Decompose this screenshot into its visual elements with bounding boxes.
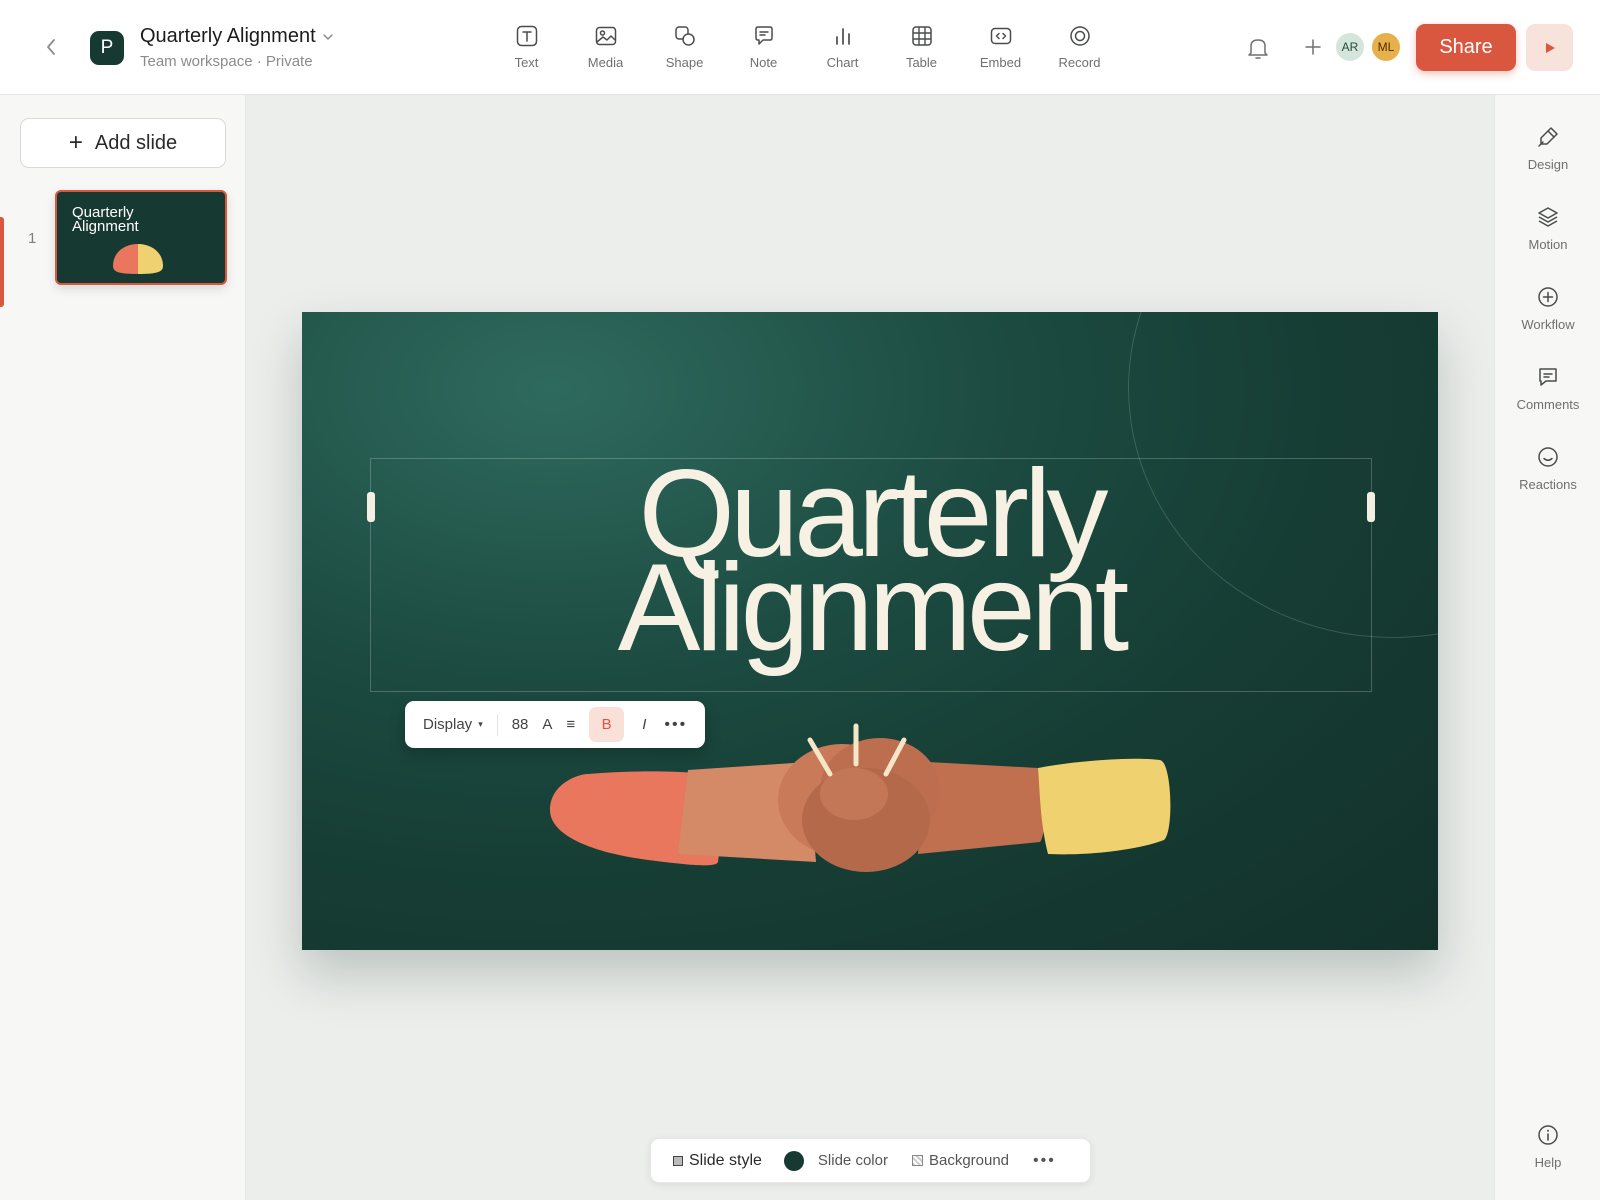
media-tool[interactable]: Media xyxy=(566,24,645,70)
tool-label: Note xyxy=(749,55,778,70)
text-tool[interactable]: Text xyxy=(487,24,566,70)
slide-color-swatch[interactable] xyxy=(783,1150,804,1171)
comment-icon xyxy=(1539,368,1557,386)
add-slide-button[interactable]: + Add slide xyxy=(20,118,226,168)
top-bar: P Quarterly Alignment Team workspace · P… xyxy=(0,0,1600,95)
italic-button[interactable]: I xyxy=(642,716,646,733)
table-tool[interactable]: Table xyxy=(882,24,961,70)
slides-panel: + Add slide 1 Quarterly Alignment xyxy=(0,95,246,1200)
back-button[interactable] xyxy=(38,34,64,60)
workflow-button[interactable]: Workflow xyxy=(1495,285,1600,332)
text-color-button[interactable]: A xyxy=(542,716,552,733)
tool-label: Chart xyxy=(826,55,859,70)
table-icon xyxy=(911,26,932,46)
embed-icon xyxy=(990,27,1011,45)
toolbar-divider xyxy=(496,713,498,736)
play-icon xyxy=(1545,42,1555,53)
design-label: Design xyxy=(1527,157,1569,172)
slide-canvas[interactable]: Quarterly Alignment Display ▾ 88 A ≡ B I… xyxy=(302,312,1438,950)
chart-icon xyxy=(835,28,850,45)
document-subtitle: Team workspace · Private xyxy=(140,53,313,70)
motion-label: Motion xyxy=(1528,237,1568,252)
tool-label: Embed xyxy=(979,55,1022,70)
design-button[interactable]: Design xyxy=(1495,125,1600,172)
embed-tool[interactable]: Embed xyxy=(961,24,1040,70)
image-icon xyxy=(595,26,616,46)
app-logo: P xyxy=(90,31,124,65)
slide-color-button[interactable]: Slide color xyxy=(818,1152,888,1169)
layers-icon xyxy=(1538,207,1558,227)
title-dropdown-button[interactable] xyxy=(322,29,334,47)
background-label: Background xyxy=(928,1152,1010,1169)
properties-panel: Design Motion Workflow Comments Reaction… xyxy=(1494,95,1600,1200)
motion-button[interactable]: Motion xyxy=(1495,205,1600,252)
tool-label: Text xyxy=(514,55,539,70)
slide-title[interactable]: Quarterly Alignment xyxy=(371,452,1371,670)
help-label: Help xyxy=(1534,1155,1562,1170)
notifications-button[interactable] xyxy=(1246,35,1270,66)
share-button[interactable]: Share xyxy=(1416,24,1516,71)
note-tool[interactable]: Note xyxy=(724,24,803,70)
shape-icon xyxy=(674,26,695,46)
background-button[interactable]: Background xyxy=(911,1152,1010,1169)
invite-button[interactable] xyxy=(1303,37,1323,62)
bold-button[interactable]: B xyxy=(589,707,625,742)
title-text-box[interactable]: Quarterly Alignment xyxy=(367,452,1375,692)
chevron-down-icon xyxy=(323,34,333,41)
avatar[interactable]: AR xyxy=(1334,31,1366,63)
active-slide-marker xyxy=(0,217,4,307)
background-icon xyxy=(911,1155,923,1166)
more-options-button[interactable]: ••• xyxy=(664,716,687,734)
slide-settings-bar: Slide style Slide color Background ••• xyxy=(650,1138,1091,1183)
text-style-label: Display xyxy=(423,716,473,733)
help-button[interactable]: Help xyxy=(1495,1123,1600,1170)
slide-style-icon xyxy=(673,1155,683,1166)
slide-thumbnail[interactable]: Quarterly Alignment xyxy=(55,190,227,285)
chart-tool[interactable]: Chart xyxy=(803,24,882,70)
record-icon xyxy=(1069,26,1090,46)
bell-icon xyxy=(1248,39,1268,59)
slide-number: 1 xyxy=(28,230,37,247)
info-icon xyxy=(1538,1125,1558,1145)
design-icon xyxy=(1538,127,1558,147)
present-button[interactable] xyxy=(1526,24,1573,71)
record-tool[interactable]: Record xyxy=(1040,24,1119,70)
tool-label: Media xyxy=(587,55,624,70)
chevron-left-icon xyxy=(47,39,55,55)
text-format-toolbar: Display ▾ 88 A ≡ B I ••• xyxy=(405,701,705,748)
more-options-button[interactable]: ••• xyxy=(1033,1152,1056,1170)
avatar[interactable]: ML xyxy=(1370,31,1402,63)
comments-button[interactable]: Comments xyxy=(1495,365,1600,412)
plus-icon xyxy=(1305,39,1321,55)
plus-circle-icon xyxy=(1538,287,1558,307)
add-slide-label: Add slide xyxy=(94,131,178,154)
tool-label: Record xyxy=(1058,55,1101,70)
caret-down-icon: ▾ xyxy=(478,719,483,729)
smile-icon xyxy=(1538,447,1558,467)
align-button[interactable]: ≡ xyxy=(566,716,575,733)
text-icon xyxy=(516,25,537,47)
tool-label: Table xyxy=(905,55,938,70)
thumbnail-title: Quarterly Alignment xyxy=(72,204,139,235)
plus-icon: + xyxy=(68,129,83,156)
comments-label: Comments xyxy=(1516,397,1580,412)
hands-illustration xyxy=(550,723,1171,872)
reactions-label: Reactions xyxy=(1519,477,1577,492)
text-style-dropdown[interactable]: Display ▾ xyxy=(423,716,483,733)
font-size-value[interactable]: 88 xyxy=(512,716,529,733)
slide-style-button[interactable]: Slide style xyxy=(673,1152,762,1170)
insert-toolbar: Text Media Shape Note Chart Table Embed xyxy=(487,24,1119,70)
note-icon xyxy=(754,26,773,45)
thumbnail-illustration xyxy=(113,244,163,274)
shape-tool[interactable]: Shape xyxy=(645,24,724,70)
reactions-button[interactable]: Reactions xyxy=(1495,445,1600,492)
slide-style-label: Slide style xyxy=(689,1151,762,1169)
workflow-label: Workflow xyxy=(1521,317,1575,332)
tool-label: Shape xyxy=(665,55,704,70)
document-title[interactable]: Quarterly Alignment xyxy=(140,25,316,48)
